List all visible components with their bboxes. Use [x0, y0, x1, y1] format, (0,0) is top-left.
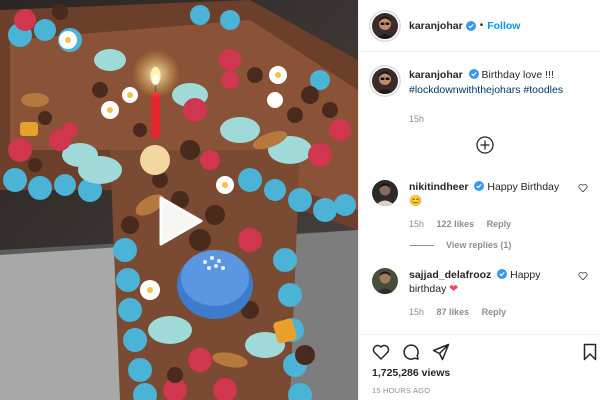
verified-badge-icon: [465, 20, 476, 31]
comment-text: Happy Birthday: [487, 181, 560, 193]
post-header: karanjohar • Follow: [359, 0, 600, 52]
caption-body: karanjohar Birthday love !!! #lockdownwi…: [409, 68, 563, 127]
comment-likes[interactable]: 87 likes: [437, 307, 470, 317]
reply-button[interactable]: Reply: [487, 219, 512, 229]
hashtag-link[interactable]: #lockdownwiththejohars: [409, 84, 520, 96]
post-caption: karanjohar Birthday love !!! #lockdownwi…: [372, 68, 592, 127]
verified-badge-icon: [468, 69, 479, 79]
share-icon[interactable]: [432, 343, 450, 361]
caption-time[interactable]: 15h: [409, 114, 424, 124]
play-icon: [159, 196, 203, 246]
comment-meta: 15h 87 likes Reply: [409, 305, 569, 319]
comment-body: sajjad_delafrooz Happy birthday ❤ 15h 87…: [409, 268, 569, 319]
post-video[interactable]: [0, 0, 358, 400]
view-count[interactable]: 1,725,286 views: [372, 367, 450, 379]
plus-circle-icon[interactable]: [476, 136, 494, 154]
heart-icon[interactable]: [578, 183, 588, 193]
view-replies-button[interactable]: View replies (1): [410, 240, 511, 250]
comment-username[interactable]: nikitindheer: [409, 181, 469, 193]
verified-badge-icon: [474, 181, 485, 191]
avatar[interactable]: [372, 12, 398, 39]
caption-avatar[interactable]: [372, 68, 398, 94]
comment-text: Happy: [510, 269, 541, 281]
comment-body: nikitindheer Happy Birthday 😊 15h 122 li…: [409, 180, 569, 231]
comment-meta: 15h 122 likes Reply: [409, 217, 569, 231]
comment-time[interactable]: 15h: [409, 307, 424, 317]
caption-text: Birthday love !!!: [481, 69, 554, 81]
comment-likes[interactable]: 122 likes: [437, 219, 475, 229]
view-replies-label: View replies (1): [446, 240, 512, 250]
red-heart-emoji: ❤: [449, 283, 459, 295]
verified-badge-icon: [497, 269, 508, 279]
comment-text-continued: birthday: [409, 283, 447, 295]
comment-avatar[interactable]: [372, 268, 398, 294]
hashtag-link[interactable]: #toodles: [523, 84, 563, 96]
follow-button[interactable]: Follow: [487, 20, 520, 32]
bookmark-icon[interactable]: [581, 343, 599, 361]
comment-icon[interactable]: [402, 343, 420, 361]
heart-icon[interactable]: [578, 271, 588, 281]
comment-item: nikitindheer Happy Birthday 😊 15h 122 li…: [372, 180, 596, 231]
posted-time[interactable]: 15 HOURS AGO: [372, 386, 430, 395]
post-side-panel: karanjohar • Follow karanjohar Birthday …: [358, 0, 600, 400]
reply-button[interactable]: Reply: [482, 307, 507, 317]
comment-avatar[interactable]: [372, 180, 398, 206]
avatar-image: [372, 268, 398, 294]
avatar-image: [372, 68, 398, 94]
play-button[interactable]: [157, 196, 203, 246]
divider: [359, 334, 600, 335]
heart-icon[interactable]: [372, 343, 390, 361]
comment-username[interactable]: sajjad_delafrooz: [409, 269, 491, 281]
avatar-image: [372, 12, 398, 39]
smiling-emoji: 😊: [409, 195, 423, 207]
header-separator: •: [479, 20, 484, 31]
comment-time[interactable]: 15h: [409, 219, 424, 229]
caption-username[interactable]: karanjohar: [409, 69, 463, 81]
comment-item: sajjad_delafrooz Happy birthday ❤ 15h 87…: [372, 268, 596, 319]
header-username[interactable]: karanjohar: [409, 20, 463, 32]
divider: [410, 244, 434, 246]
avatar-image: [372, 180, 398, 206]
